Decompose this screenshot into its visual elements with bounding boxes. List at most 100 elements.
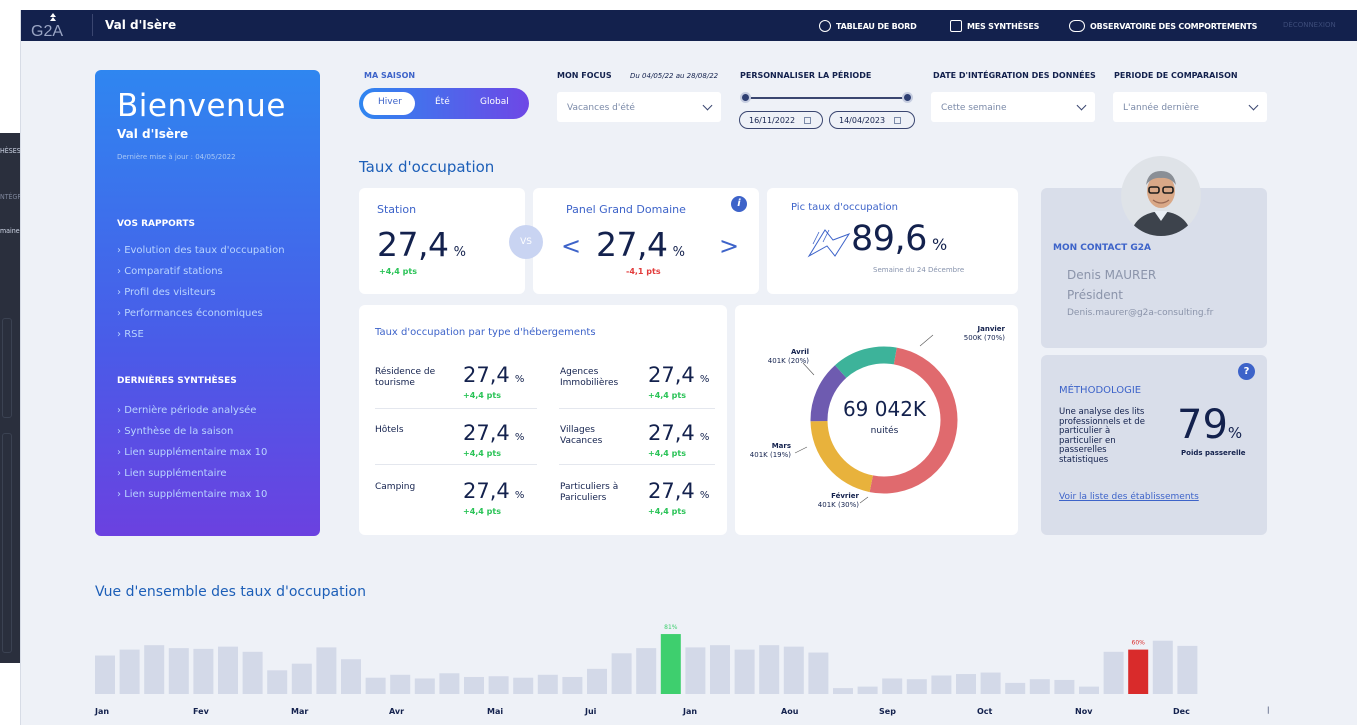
season-option-ete[interactable]: Été xyxy=(435,97,450,107)
chart-bar[interactable] xyxy=(636,648,657,694)
nav-observatoire[interactable]: OBSERVATOIRE DES COMPORTEMENTS xyxy=(1069,20,1257,32)
chart-bar[interactable] xyxy=(1103,651,1124,694)
occupation-title: Taux d'occupation xyxy=(359,158,495,176)
background-sidebar: HÈSES NTÉGRA maine xyxy=(0,133,26,663)
chart-bar[interactable] xyxy=(562,676,583,694)
chart-bar[interactable] xyxy=(734,649,755,694)
chart-bar[interactable] xyxy=(242,651,263,694)
contact-email[interactable]: Denis.maurer@g2a-consulting.fr xyxy=(1067,308,1213,318)
period-start-value: 16/11/2022 xyxy=(749,116,796,125)
period-label: PERSONNALISER LA PÉRIODE xyxy=(740,71,872,80)
period-end-date[interactable]: 14/04/2023 xyxy=(829,111,915,129)
nav-dashboard[interactable]: TABLEAU DE BORD xyxy=(819,20,917,32)
chart-bar[interactable] xyxy=(587,668,607,694)
type-delta: +4,4 pts xyxy=(463,391,501,400)
chart-bar[interactable] xyxy=(1128,649,1149,694)
chart-bar[interactable] xyxy=(119,649,140,694)
synthesis-link[interactable]: › Dernière période analysée xyxy=(117,405,256,416)
chart-bar[interactable] xyxy=(710,645,730,694)
report-link[interactable]: › Profil des visiteurs xyxy=(117,287,216,298)
donut-label-name: Avril xyxy=(791,348,809,356)
chart-bar[interactable] xyxy=(611,653,632,694)
chart-bar[interactable] xyxy=(513,677,534,694)
chart-bar[interactable] xyxy=(439,673,460,694)
season-option-hiver[interactable]: Hiver xyxy=(378,97,402,107)
chart-bar[interactable] xyxy=(660,634,681,694)
chart-bar[interactable] xyxy=(488,676,509,694)
period-end-value: 14/04/2023 xyxy=(839,116,886,125)
chart-bar[interactable] xyxy=(341,659,361,694)
divider xyxy=(559,464,715,465)
period-slider-start-handle[interactable] xyxy=(740,92,751,103)
chart-bar[interactable] xyxy=(906,679,927,694)
synthesis-link[interactable]: › Lien supplémentaire max 10 xyxy=(117,447,267,458)
info-icon[interactable]: i xyxy=(731,196,747,212)
chart-bar[interactable] xyxy=(316,647,337,694)
type-card-title: Taux d'occupation par type d'hébergement… xyxy=(375,327,596,338)
chart-bar[interactable] xyxy=(95,655,115,694)
chart-bar[interactable] xyxy=(783,646,804,694)
chart-bar[interactable] xyxy=(1079,686,1099,694)
chart-bar[interactable] xyxy=(956,674,976,694)
report-link[interactable]: › Comparatif stations xyxy=(117,266,223,277)
background-panel xyxy=(2,318,12,418)
integration-select[interactable]: Cette semaine xyxy=(931,92,1095,122)
report-link[interactable]: › Evolution des taux d'occupation xyxy=(117,245,285,256)
chart-bar[interactable] xyxy=(833,688,853,694)
chart-bar[interactable] xyxy=(808,652,829,694)
chart-bar[interactable] xyxy=(857,686,878,694)
synthesis-link[interactable]: › Lien supplémentaire max 10 xyxy=(117,489,267,500)
help-icon[interactable]: ? xyxy=(1238,363,1255,380)
nav-syntheses[interactable]: MES SYNTHÈSES xyxy=(950,20,1039,32)
chart-month-label: Nov xyxy=(1075,707,1093,716)
logout-link[interactable]: DÉCONNEXION xyxy=(1283,21,1336,29)
donut-center-value: 69 042K xyxy=(842,397,927,421)
synthesis-link[interactable]: › Lien supplémentaire xyxy=(117,468,226,479)
chart-bar[interactable] xyxy=(759,645,780,694)
panel-next-arrow[interactable]: > xyxy=(719,232,739,260)
synthesis-link[interactable]: › Synthèse de la saison xyxy=(117,426,233,437)
period-slider-end-handle[interactable] xyxy=(902,92,913,103)
chart-bar[interactable] xyxy=(390,674,411,694)
chart-bar[interactable] xyxy=(414,678,435,694)
chart-bar[interactable] xyxy=(168,648,189,694)
chart-bar[interactable] xyxy=(685,647,706,694)
donut-label-name: Mars xyxy=(771,442,791,450)
methodology-value-label: Poids passerelle xyxy=(1181,449,1246,457)
chart-bar[interactable] xyxy=(537,674,558,694)
focus-select[interactable]: Vacances d'été xyxy=(557,92,721,122)
donut-label-value: 401K (19%) xyxy=(749,451,791,459)
establishments-link[interactable]: Voir la liste des établissements xyxy=(1059,492,1199,502)
last-update: Dernière mise à jour : 04/05/2022 xyxy=(117,153,236,161)
season-toggle[interactable]: Hiver Été Global xyxy=(359,88,529,119)
chart-bar[interactable] xyxy=(1152,640,1173,694)
chart-bar[interactable] xyxy=(980,672,1001,694)
season-option-global[interactable]: Global xyxy=(480,97,509,107)
report-link[interactable]: › Performances économiques xyxy=(117,308,263,319)
chart-bar[interactable] xyxy=(1005,682,1026,694)
period-start-date[interactable]: 16/11/2022 xyxy=(739,111,823,129)
dashboard-icon xyxy=(819,20,831,32)
chart-bar[interactable] xyxy=(267,670,288,694)
chart-bar[interactable] xyxy=(882,678,903,694)
chart-bar[interactable] xyxy=(931,675,952,695)
chart-bar[interactable] xyxy=(1029,679,1050,694)
panel-prev-arrow[interactable]: < xyxy=(561,232,581,260)
integration-label: DATE D'INTÉGRATION DES DONNÉES xyxy=(933,71,1096,80)
chart-bar[interactable] xyxy=(218,646,238,694)
g2a-logo[interactable]: G2A xyxy=(31,12,81,39)
chart-bar[interactable] xyxy=(1177,645,1198,694)
type-delta: +4,4 pts xyxy=(648,391,686,400)
report-link[interactable]: › RSE xyxy=(117,329,144,340)
chart-bar[interactable] xyxy=(365,677,386,694)
panel-card: Panel Grand Domaine i < 27,4 % > -4,1 pt… xyxy=(533,188,759,294)
chart-bar[interactable] xyxy=(193,648,214,694)
chart-bar[interactable] xyxy=(144,645,165,694)
chart-bar[interactable] xyxy=(291,663,312,694)
comparison-select[interactable]: L'année dernière xyxy=(1113,92,1267,122)
chart-bar[interactable] xyxy=(464,676,484,694)
calendar-icon xyxy=(803,117,811,124)
donut-card: 69 042K nuités Janvier 500K (70%) Avril … xyxy=(735,305,1018,535)
station-label: Station xyxy=(377,203,417,216)
chart-bar[interactable] xyxy=(1054,679,1075,694)
